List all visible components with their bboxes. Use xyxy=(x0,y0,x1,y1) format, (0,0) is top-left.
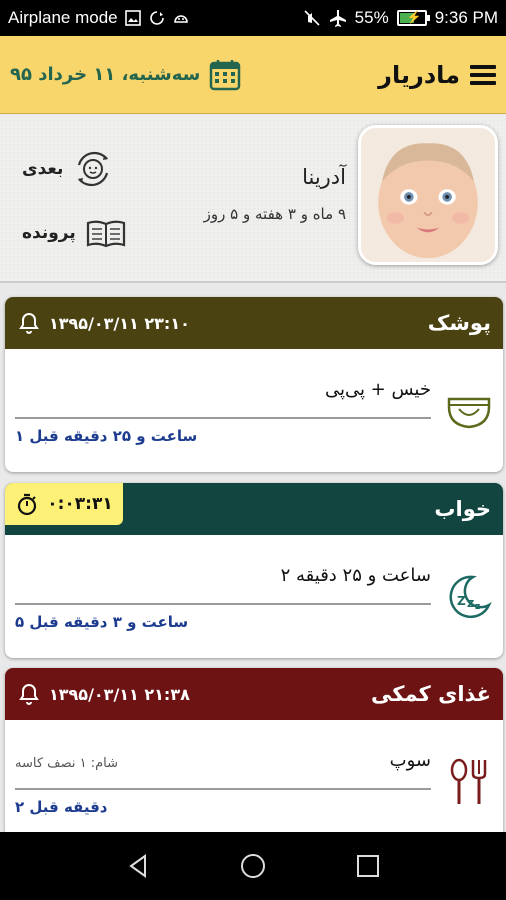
baby-age: ۹ ماه و ۳ هفته و ۵ روز xyxy=(203,205,346,223)
open-book-icon xyxy=(86,220,125,248)
date-text: سه‌شنبه، ۱۱ خرداد ۹۵ xyxy=(10,64,201,85)
next-child-button[interactable]: بعدی xyxy=(22,147,115,191)
diaper-card-title: پوشک xyxy=(427,311,491,335)
file-label: پرونده xyxy=(22,223,76,243)
sync-notification-icon xyxy=(148,9,166,27)
bell-icon xyxy=(19,312,39,334)
solid-food-elapsed: ۲ دقیقه قبل xyxy=(15,798,108,816)
baby-face-cycle-icon xyxy=(78,151,109,187)
airplane-mode-text: Airplane mode xyxy=(8,8,118,27)
solid-food-reminder[interactable]: ۱۳۹۵/۰۳/۱۱ ۲۱:۳۸ xyxy=(17,682,190,706)
diaper-status: خیس + پی‌پی xyxy=(324,379,431,400)
spoon-fork-icon xyxy=(450,758,487,804)
child-file-button[interactable]: پرونده xyxy=(22,211,128,255)
system-nav-bar xyxy=(0,832,506,900)
diaper-reminder[interactable]: ۱۳۹۵/۰۳/۱۱ ۲۳:۱۰ xyxy=(17,311,190,335)
baby-avatar[interactable] xyxy=(358,125,498,265)
diaper-card[interactable]: ۱۳۹۵/۰۳/۱۱ ۲۳:۱۰ پوشک خیس + پی‌پی ۱ ساعت… xyxy=(5,297,503,472)
solid-food-name: سوپ xyxy=(389,750,431,771)
bell-icon xyxy=(19,683,39,705)
mute-icon xyxy=(303,9,321,27)
svg-text:z: z xyxy=(475,602,480,612)
sleep-timer-value: ۰:۰۳:۳۱ xyxy=(47,494,113,514)
sleep-card[interactable]: ۰:۰۳:۳۱ خواب Z Z z ۲ ساعت و ۲۵ دقیقه ۵ س… xyxy=(5,483,503,658)
clock: 9:36 PM xyxy=(434,8,498,27)
svg-text:Z: Z xyxy=(457,594,466,608)
calendar-icon xyxy=(210,59,241,90)
status-bar: Airplane mode 55% ⚡ 9:36 PM xyxy=(0,0,506,36)
sleep-timer[interactable]: ۰:۰۳:۳۱ xyxy=(5,483,123,525)
diaper-datetime: ۱۳۹۵/۰۳/۱۱ ۲۳:۱۰ xyxy=(49,313,190,333)
solid-food-card[interactable]: ۱۳۹۵/۰۳/۱۱ ۲۱:۳۸ غذای کمکی سوپ شام: ۱ نص… xyxy=(5,668,503,838)
sleep-duration: ۲ ساعت و ۲۵ دقیقه xyxy=(280,565,431,586)
battery-percent: 55% xyxy=(354,8,389,27)
battery-icon: ⚡ xyxy=(396,10,430,26)
sleep-card-header: ۰:۰۳:۳۱ خواب xyxy=(5,483,503,535)
airplane-icon xyxy=(329,9,347,27)
divider xyxy=(15,417,431,419)
divider xyxy=(15,788,431,790)
app-bar: سه‌شنبه، ۱۱ خرداد ۹۵ مادریار xyxy=(0,36,506,114)
menu-icon[interactable] xyxy=(470,64,496,85)
recents-icon[interactable] xyxy=(353,851,383,881)
android-notification-icon xyxy=(172,9,190,27)
app-title: مادریار xyxy=(378,60,460,89)
image-notification-icon xyxy=(124,9,142,27)
sleep-elapsed: ۵ ساعت و ۳ دقیقه قبل xyxy=(15,613,189,631)
solid-food-amount: شام: ۱ نصف کاسه xyxy=(15,756,119,771)
diaper-icon xyxy=(447,397,491,429)
home-icon[interactable] xyxy=(238,851,268,881)
solid-food-card-title: غذای کمکی xyxy=(371,682,491,706)
solid-food-datetime: ۱۳۹۵/۰۳/۱۱ ۲۱:۳۸ xyxy=(49,684,190,704)
divider xyxy=(15,603,431,605)
svg-text:Z: Z xyxy=(467,599,474,610)
child-profile: آدرینا ۹ ماه و ۳ هفته و ۵ روز بعدی پروند… xyxy=(0,115,506,283)
stopwatch-icon xyxy=(18,493,37,516)
next-label: بعدی xyxy=(22,159,64,179)
solid-food-card-header: ۱۳۹۵/۰۳/۱۱ ۲۱:۳۸ غذای کمکی xyxy=(5,668,503,720)
diaper-card-header: ۱۳۹۵/۰۳/۱۱ ۲۳:۱۰ پوشک xyxy=(5,297,503,349)
back-icon[interactable] xyxy=(123,851,153,881)
baby-name: آدرینا xyxy=(302,165,346,189)
sleep-card-title: خواب xyxy=(434,497,491,521)
date-selector[interactable]: سه‌شنبه، ۱۱ خرداد ۹۵ xyxy=(10,58,242,92)
sleep-moon-icon: Z Z z xyxy=(449,575,492,619)
diaper-elapsed: ۱ ساعت و ۲۵ دقیقه قبل xyxy=(15,427,198,445)
